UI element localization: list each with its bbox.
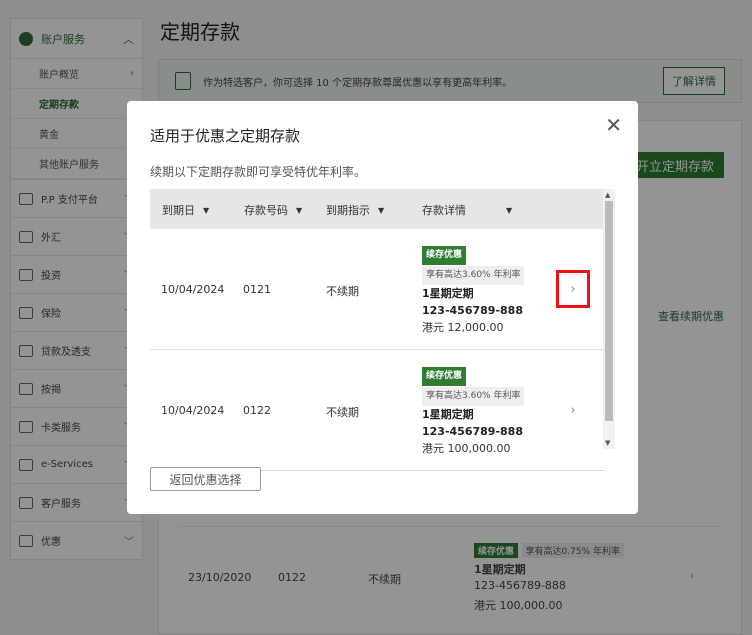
rate-badge: 享有高达3.60% 年利率 xyxy=(422,387,525,406)
table-row[interactable]: 10/04/2024 0121 不续期 续存优惠 享有高达3.60% 年利率 1… xyxy=(150,229,605,350)
modal-title: 适用于优惠之定期存款 xyxy=(150,127,301,145)
header-deposit-number[interactable]: 存款号码 ▼ xyxy=(244,202,302,218)
header-label: 到期指示 xyxy=(326,204,370,217)
header-label: 存款号码 xyxy=(244,204,288,217)
rate-badge: 享有高达3.60% 年利率 xyxy=(422,266,525,285)
sort-caret-icon: ▼ xyxy=(296,205,303,215)
row-chevron-button[interactable]: › xyxy=(556,391,590,429)
maturity-date: 10/04/2024 xyxy=(161,404,225,417)
maturity-instruction: 不续期 xyxy=(326,406,359,419)
close-icon[interactable]: ✕ xyxy=(605,115,622,135)
deposit-term: 1星期定期 xyxy=(422,287,474,300)
chevron-right-icon: › xyxy=(570,402,576,418)
header-details[interactable]: 存款详情 ▼ xyxy=(422,202,512,218)
back-to-offers-button[interactable]: 返回优惠选择 xyxy=(150,467,261,491)
deposit-number: 0121 xyxy=(243,283,271,296)
offer-deposits-modal: 适用于优惠之定期存款 ✕ 续期以下定期存款即可享受特优年利率。 到期日 ▼ 存款号… xyxy=(127,101,638,514)
sort-caret-icon: ▼ xyxy=(203,205,210,215)
table-row[interactable]: 10/04/2024 0122 不续期 续存优惠 享有高达3.60% 年利率 1… xyxy=(150,350,605,471)
scroll-down-icon[interactable]: ▼ xyxy=(605,439,610,447)
header-label: 到期日 xyxy=(162,204,195,217)
chevron-right-icon: › xyxy=(570,281,576,297)
scrollbar[interactable]: ▲ ▼ xyxy=(603,189,615,449)
deposit-details: 续存优惠 享有高达3.60% 年利率 1星期定期 123-456789-888 … xyxy=(422,366,525,457)
renewal-offer-badge: 续存优惠 xyxy=(422,246,467,265)
deposit-amount: 港元 12,000.00 xyxy=(422,321,504,334)
row-chevron-button[interactable]: › xyxy=(556,270,590,308)
header-label: 存款详情 xyxy=(422,204,466,217)
deposit-details: 续存优惠 享有高达3.60% 年利率 1星期定期 123-456789-888 … xyxy=(422,245,525,336)
modal-description: 续期以下定期存款即可享受特优年利率。 xyxy=(150,165,367,179)
scroll-up-icon[interactable]: ▲ xyxy=(605,191,610,199)
maturity-instruction: 不续期 xyxy=(326,285,359,298)
deposits-table: 到期日 ▼ 存款号码 ▼ 到期指示 ▼ 存款详情 ▼ 10/04/2024 0121 不… xyxy=(150,189,615,551)
scrollbar-thumb[interactable] xyxy=(605,201,613,421)
deposit-number: 0122 xyxy=(243,404,271,417)
account-number: 123-456789-888 xyxy=(422,304,523,317)
table-header: 到期日 ▼ 存款号码 ▼ 到期指示 ▼ 存款详情 ▼ xyxy=(150,189,605,229)
deposit-amount: 港元 100,000.00 xyxy=(422,442,511,455)
header-maturity-date[interactable]: 到期日 ▼ xyxy=(162,202,209,218)
renewal-offer-badge: 续存优惠 xyxy=(422,367,467,386)
sort-caret-icon: ▼ xyxy=(378,205,385,215)
deposit-term: 1星期定期 xyxy=(422,408,474,421)
account-number: 123-456789-888 xyxy=(422,425,523,438)
maturity-date: 10/04/2024 xyxy=(161,283,225,296)
header-instruction[interactable]: 到期指示 ▼ xyxy=(326,202,384,218)
sort-caret-icon: ▼ xyxy=(506,205,513,215)
